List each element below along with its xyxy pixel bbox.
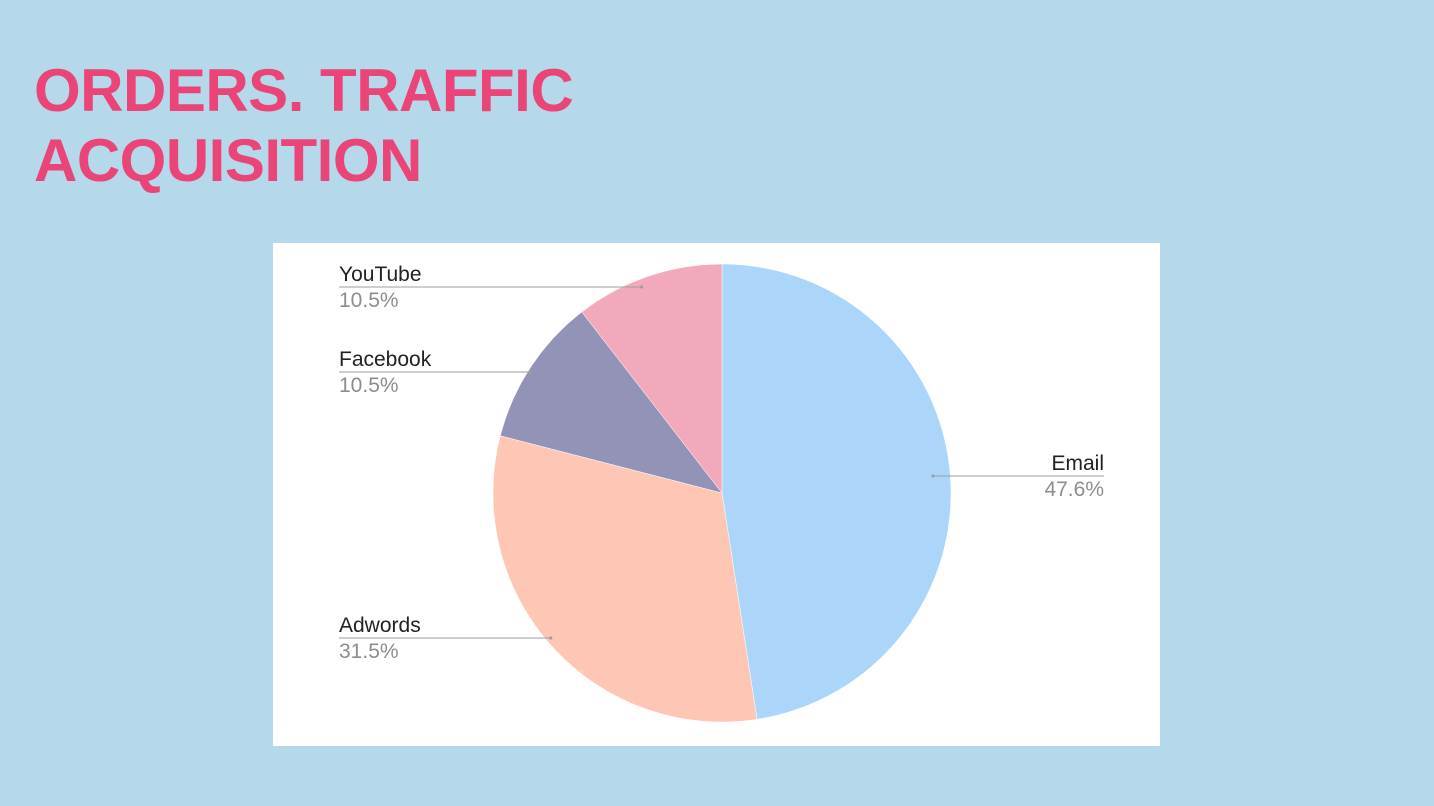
leader-dot-youtube bbox=[639, 285, 644, 289]
slice-label-email: Email bbox=[1051, 452, 1104, 475]
slice-value-youtube: 10.5% bbox=[339, 289, 399, 312]
slice-label-youtube: YouTube bbox=[339, 263, 422, 286]
slice-label-adwords: Adwords bbox=[339, 614, 421, 637]
pie-slice-email bbox=[721, 263, 952, 720]
slice-value-adwords: 31.5% bbox=[339, 640, 399, 663]
pie-chart: Email 47.6% Adwords 31.5% Facebook 10.5% YouTu… bbox=[339, 263, 1104, 723]
slice-value-facebook: 10.5% bbox=[339, 374, 399, 397]
leader-dot-adwords bbox=[549, 636, 553, 640]
slide-title-line-1: ORDERS. TRAFFIC bbox=[34, 57, 574, 124]
slide-title-line-2: ACQUISITION bbox=[34, 127, 422, 194]
slide-title: ORDERS. TRAFFIC ACQUISITION bbox=[34, 56, 734, 196]
slice-value-email: 47.6% bbox=[1044, 478, 1104, 501]
leader-dot-email bbox=[931, 474, 935, 478]
slice-label-facebook: Facebook bbox=[339, 348, 432, 371]
leader-dot-facebook bbox=[528, 370, 532, 374]
chart-panel: Email 47.6% Adwords 31.5% Facebook 10.5% YouTu… bbox=[273, 243, 1160, 746]
